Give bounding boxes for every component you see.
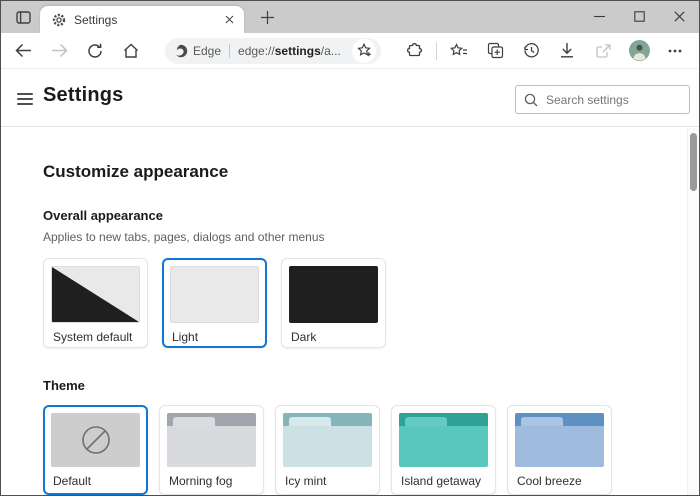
settings-header: Settings [1, 70, 699, 127]
collections-button[interactable] [481, 37, 509, 65]
theme-label: Theme [43, 378, 699, 393]
gear-icon [52, 13, 66, 27]
url-text: edge://settings/a... [238, 44, 352, 58]
tab-settings[interactable]: Settings [40, 6, 244, 33]
titlebar: Settings [1, 1, 699, 33]
favorites-star-icon [450, 43, 468, 59]
close-icon [674, 11, 685, 22]
theme-option-default[interactable]: Default [43, 405, 148, 495]
scrollbar[interactable] [687, 128, 699, 495]
tab-title: Settings [74, 13, 220, 27]
no-theme-icon [81, 425, 111, 455]
theme-option-morning-fog[interactable]: Morning fog [159, 405, 264, 495]
close-window-button[interactable] [659, 1, 699, 31]
search-icon [524, 93, 538, 107]
window-controls [579, 1, 699, 33]
toolbar-separator [436, 42, 437, 60]
theme-option-cool-breeze[interactable]: Cool breeze [507, 405, 612, 495]
minimize-button[interactable] [579, 1, 619, 31]
overall-appearance-options: System default Light Dark [43, 258, 699, 348]
tab-actions-icon [16, 11, 31, 24]
extensions-button[interactable] [400, 37, 428, 65]
profile-button[interactable] [625, 37, 653, 65]
overall-appearance-label: Overall appearance [43, 208, 699, 223]
browser-window: Settings [0, 0, 700, 496]
appearance-option-system-default[interactable]: System default [43, 258, 148, 348]
more-menu-button[interactable] [661, 37, 689, 65]
home-icon [123, 43, 139, 59]
tab-actions-menu-button[interactable] [10, 4, 36, 30]
refresh-icon [87, 43, 103, 59]
forward-icon [51, 43, 68, 58]
appearance-option-dark[interactable]: Dark [281, 258, 386, 348]
option-label: Default [51, 474, 140, 488]
history-button[interactable] [517, 37, 545, 65]
dark-swatch [289, 266, 378, 323]
section-title: Customize appearance [43, 162, 699, 182]
downloads-button[interactable] [553, 37, 581, 65]
hamburger-icon [17, 93, 33, 95]
island-getaway-swatch [399, 413, 488, 467]
scrollbar-thumb[interactable] [690, 133, 697, 191]
option-label: Morning fog [167, 474, 256, 488]
tab-close-button[interactable] [220, 11, 238, 29]
option-label: Dark [289, 330, 378, 344]
share-icon [595, 43, 612, 59]
edge-logo-icon [174, 44, 188, 58]
collections-icon [487, 42, 504, 59]
avatar [629, 40, 650, 61]
overall-appearance-description: Applies to new tabs, pages, dialogs and … [43, 230, 699, 244]
option-label: Icy mint [283, 474, 372, 488]
maximize-button[interactable] [619, 1, 659, 31]
close-icon [225, 15, 234, 24]
maximize-icon [634, 11, 645, 22]
history-clock-icon [523, 42, 540, 59]
system-default-swatch [51, 266, 140, 323]
settings-content: Customize appearance Overall appearance … [1, 128, 699, 495]
cool-breeze-swatch [515, 413, 604, 467]
option-label: System default [51, 330, 140, 344]
back-icon [15, 43, 32, 58]
morning-fog-swatch [167, 413, 256, 467]
option-label: Island getaway [399, 474, 488, 488]
theme-options: Default Morning fog Icy mint [43, 405, 699, 495]
download-icon [559, 42, 575, 59]
theme-option-icy-mint[interactable]: Icy mint [275, 405, 380, 495]
minimize-icon [594, 11, 605, 22]
share-button[interactable] [589, 37, 617, 65]
theme-option-island-getaway[interactable]: Island getaway [391, 405, 496, 495]
light-swatch [170, 266, 259, 323]
site-label: Edge [193, 44, 221, 58]
new-tab-button[interactable] [254, 4, 280, 30]
settings-menu-button[interactable] [14, 88, 36, 110]
appearance-option-light[interactable]: Light [162, 258, 267, 348]
page-title: Settings [43, 84, 124, 107]
plus-icon [261, 11, 274, 24]
forward-button[interactable] [45, 37, 73, 65]
star-plus-icon [357, 43, 372, 58]
ellipsis-icon [668, 49, 682, 53]
option-label: Cool breeze [515, 474, 604, 488]
refresh-button[interactable] [81, 37, 109, 65]
toolbar: Edge edge://settings/a... [1, 33, 699, 69]
address-bar[interactable]: Edge edge://settings/a... [165, 38, 381, 64]
add-favorite-button[interactable] [352, 39, 376, 63]
back-button[interactable] [9, 37, 37, 65]
search-input[interactable] [546, 93, 700, 107]
favorites-button[interactable] [445, 37, 473, 65]
address-divider [229, 44, 230, 58]
home-button[interactable] [117, 37, 145, 65]
default-theme-swatch [51, 413, 140, 467]
icy-mint-swatch [283, 413, 372, 467]
option-label: Light [170, 330, 259, 344]
settings-search-box[interactable] [515, 85, 690, 114]
extensions-puzzle-icon [406, 42, 423, 59]
